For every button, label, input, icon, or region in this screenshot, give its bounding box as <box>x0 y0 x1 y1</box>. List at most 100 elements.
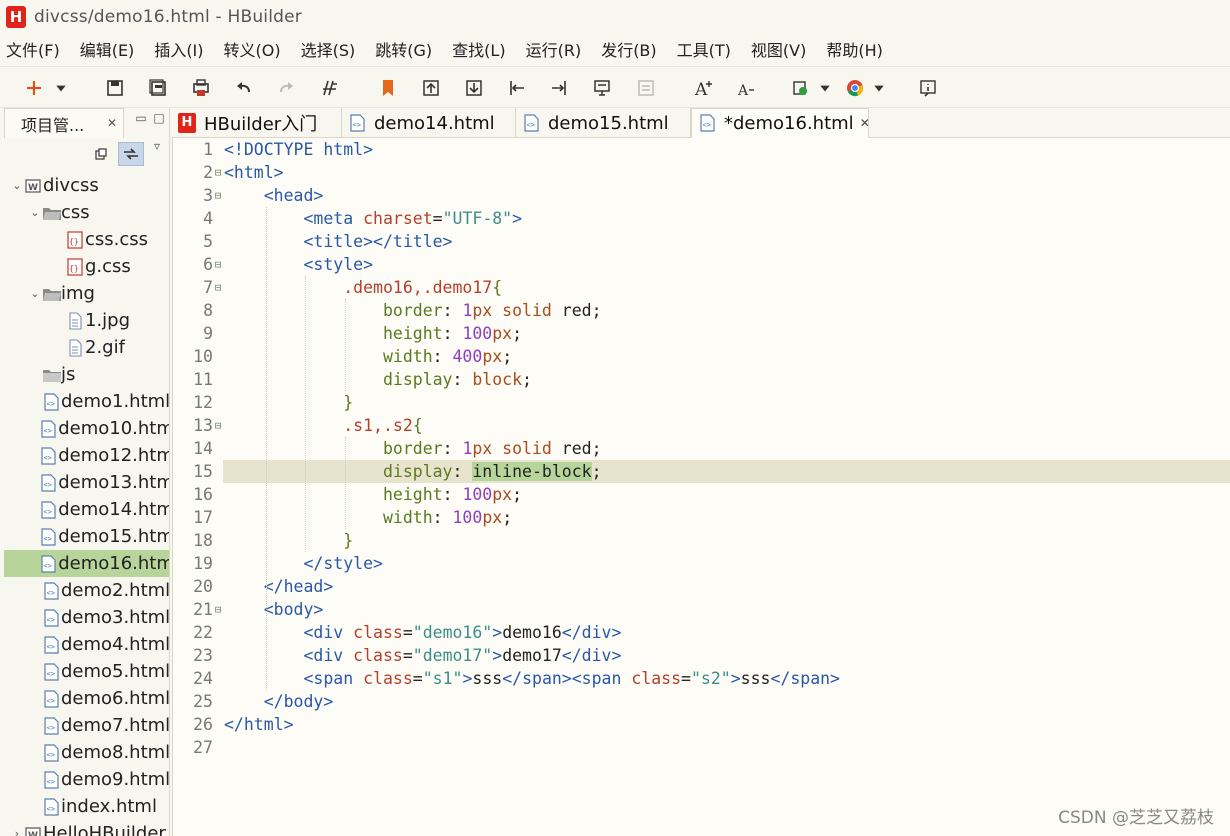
maximize-icon[interactable]: □ <box>152 112 166 126</box>
tree-file-item[interactable]: <> index.html <box>4 793 169 820</box>
code-line[interactable]: 13 ⊟ .s1,.s2{ <box>173 414 1230 437</box>
tab-demo15[interactable]: <> demo15.html <box>516 108 691 138</box>
new-dropdown-icon[interactable] <box>54 76 68 100</box>
new-icon[interactable] <box>22 76 46 100</box>
code-line[interactable]: 27 <box>173 736 1230 759</box>
tree-file-item[interactable]: <> demo2.html <box>4 577 169 604</box>
tree-file-item[interactable]: <> demo8.html <box>4 739 169 766</box>
print-icon[interactable] <box>189 76 213 100</box>
tree-folder-item[interactable]: js <box>4 361 169 388</box>
fold-toggle-icon[interactable]: ⊟ <box>213 184 223 207</box>
menu-item[interactable]: 插入(I) <box>150 35 207 63</box>
code-line[interactable]: 20 </head> <box>173 575 1230 598</box>
code-line[interactable]: 6 ⊟ <style> <box>173 253 1230 276</box>
tree-file-item[interactable]: <> demo14.html <box>4 496 169 523</box>
code-line[interactable]: 5 <title></title> <box>173 230 1230 253</box>
goto-bottom-icon[interactable] <box>462 76 486 100</box>
goto-top-icon[interactable] <box>419 76 443 100</box>
tab-demo14[interactable]: <> demo14.html <box>342 108 516 138</box>
menu-item[interactable]: 运行(R) <box>522 35 586 63</box>
redo-icon[interactable] <box>274 76 298 100</box>
code-line[interactable]: 4 <meta charset="UTF-8"> <box>173 207 1230 230</box>
code-line[interactable]: 11 display: block; <box>173 368 1230 391</box>
code-line[interactable]: 25 </body> <box>173 690 1230 713</box>
fold-toggle-icon[interactable]: ⊟ <box>213 598 223 621</box>
tree-folder-item[interactable]: ⌄ img <box>4 280 169 307</box>
fold-toggle-icon[interactable]: ⊟ <box>213 276 223 299</box>
code-line[interactable]: 15 display: inline-block; <box>173 460 1230 483</box>
tree-folder-item[interactable]: ⌄ css <box>4 199 169 226</box>
code-line[interactable]: 26 </html> <box>173 713 1230 736</box>
code-line[interactable]: 21 ⊟ <body> <box>173 598 1230 621</box>
menu-item[interactable]: 转义(O) <box>220 35 285 63</box>
tree-file-item[interactable]: <> demo4.html <box>4 631 169 658</box>
chevron-down-icon[interactable]: ⌄ <box>10 179 24 192</box>
bookmark-icon[interactable] <box>376 76 400 100</box>
chevron-down-icon[interactable]: ⌄ <box>28 206 42 219</box>
menu-item[interactable]: 跳转(G) <box>371 35 436 63</box>
tree-file-item[interactable]: <> demo13.html <box>4 469 169 496</box>
code-editor[interactable]: 1 <!DOCTYPE html> 2 ⊟ <html> 3 ⊟ <head> 4 <meta… <box>172 138 1230 836</box>
code-line[interactable]: 18 } <box>173 529 1230 552</box>
minimize-icon[interactable]: ▭ <box>134 112 148 126</box>
tree-file-item[interactable]: <> demo3.html <box>4 604 169 631</box>
goto-end-icon[interactable] <box>547 76 571 100</box>
tree-project-item[interactable]: › W HelloHBuilder <box>4 820 169 836</box>
tree-file-item[interactable]: <> demo16.html <box>4 550 169 577</box>
code-line[interactable]: 14 border: 1px solid red; <box>173 437 1230 460</box>
link-with-editor-icon[interactable] <box>118 142 144 166</box>
tree-file-item[interactable]: <> demo9.html <box>4 766 169 793</box>
collapse-all-icon[interactable] <box>88 142 114 166</box>
close-icon[interactable]: ✕ <box>860 116 870 130</box>
code-line[interactable]: 16 height: 100px; <box>173 483 1230 506</box>
code-line[interactable]: 12 } <box>173 391 1230 414</box>
chevron-right-icon[interactable]: › <box>10 827 24 836</box>
font-decrease-icon[interactable]: A <box>734 76 758 100</box>
menu-item[interactable]: 视图(V) <box>747 35 810 63</box>
copy-icon[interactable] <box>590 76 614 100</box>
tree-file-item[interactable]: <> demo12.html <box>4 442 169 469</box>
font-increase-icon[interactable]: A <box>692 76 716 100</box>
code-line[interactable]: 2 ⊟ <html> <box>173 161 1230 184</box>
browser-dropdown-icon[interactable] <box>872 76 886 100</box>
tree-file-item[interactable]: <> demo5.html <box>4 658 169 685</box>
menu-item[interactable]: 选择(S) <box>297 35 360 63</box>
tree-file-item[interactable]: <> demo1.html <box>4 388 169 415</box>
save-all-icon[interactable] <box>146 76 170 100</box>
run-dropdown-icon[interactable] <box>818 76 832 100</box>
tree-file-item[interactable]: <> demo6.html <box>4 685 169 712</box>
code-line[interactable]: 7 ⊟ .demo16,.demo17{ <box>173 276 1230 299</box>
view-menu-icon[interactable]: ▿ <box>150 140 164 154</box>
menu-item[interactable]: 发行(B) <box>597 35 660 63</box>
code-line[interactable]: 8 border: 1px solid red; <box>173 299 1230 322</box>
undo-icon[interactable] <box>232 76 256 100</box>
code-line[interactable]: 3 ⊟ <head> <box>173 184 1230 207</box>
code-line[interactable]: 9 height: 100px; <box>173 322 1230 345</box>
tree-file-item[interactable]: {} g.css <box>4 253 169 280</box>
save-icon[interactable] <box>103 76 127 100</box>
tab-demo16[interactable]: <> *demo16.html ✕ <box>691 108 870 138</box>
tab-hbuilder-intro[interactable]: H HBuilder入门 <box>172 108 342 138</box>
tree-file-item[interactable]: 2.gif <box>4 334 169 361</box>
menu-item[interactable]: 查找(L) <box>448 35 509 63</box>
paste-icon[interactable] <box>634 76 658 100</box>
tree-file-item[interactable]: 1.jpg <box>4 307 169 334</box>
close-icon[interactable]: ✕ <box>107 116 117 130</box>
code-line[interactable]: 23 <div class="demo17">demo17</div> <box>173 644 1230 667</box>
project-manager-tab[interactable]: 项目管... ✕ <box>4 108 124 138</box>
code-line[interactable]: 1 <!DOCTYPE html> <box>173 138 1230 161</box>
goto-start-icon[interactable] <box>505 76 529 100</box>
fold-toggle-icon[interactable]: ⊟ <box>213 414 223 437</box>
chevron-down-icon[interactable]: ⌄ <box>28 287 42 300</box>
info-icon[interactable] <box>916 76 940 100</box>
code-line[interactable]: 22 <div class="demo16">demo16</div> <box>173 621 1230 644</box>
menu-item[interactable]: 编辑(E) <box>76 35 139 63</box>
menu-item[interactable]: 帮助(H) <box>822 35 887 63</box>
code-line[interactable]: 19 </style> <box>173 552 1230 575</box>
code-line[interactable]: 17 width: 100px; <box>173 506 1230 529</box>
fold-toggle-icon[interactable]: ⊟ <box>213 253 223 276</box>
tree-file-item[interactable]: <> demo15.html <box>4 523 169 550</box>
tree-file-item[interactable]: {} css.css <box>4 226 169 253</box>
tree-file-item[interactable]: <> demo7.html <box>4 712 169 739</box>
code-line[interactable]: 24 <span class="s1">sss</span><span clas… <box>173 667 1230 690</box>
